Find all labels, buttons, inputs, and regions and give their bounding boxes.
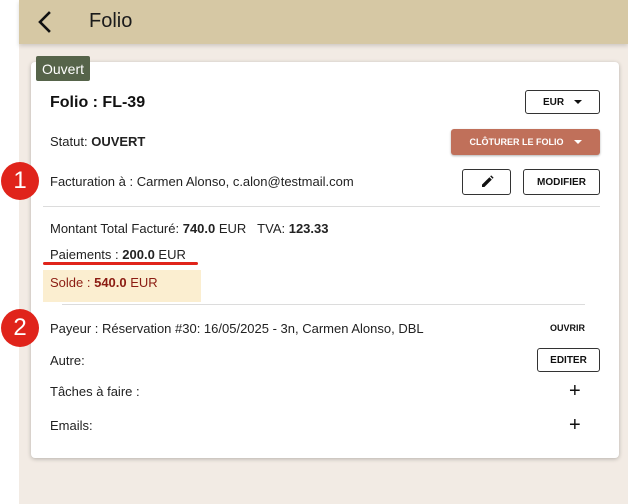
- payments-value: 200.0: [122, 247, 155, 262]
- caret-down-icon: [574, 100, 583, 104]
- balance-label: Solde :: [50, 275, 95, 290]
- vat-value: 123.33: [288, 221, 329, 236]
- status-chip: Ouvert: [36, 56, 91, 81]
- status-label: Statut:: [50, 134, 92, 149]
- total-currency: EUR: [215, 221, 247, 236]
- payments-label: Paiements :: [50, 247, 123, 262]
- vat-label: TVA:: [257, 221, 289, 236]
- annotation-badge-2: 2: [1, 309, 39, 347]
- open-reservation-button[interactable]: OUVRIR: [550, 323, 585, 333]
- modify-billing-label: MODIFIER: [537, 176, 586, 188]
- modify-billing-button[interactable]: MODIFIER: [523, 169, 600, 195]
- edit-billing-button[interactable]: [462, 169, 511, 195]
- total-label: Montant Total Facturé:: [50, 221, 183, 236]
- payments-underline: [43, 262, 198, 265]
- tasks-label: Tâches à faire :: [50, 384, 140, 399]
- folio-title: Folio : FL-39: [50, 94, 146, 111]
- close-folio-label: CLÔTURER LE FOLIO: [469, 137, 564, 147]
- caret-down-icon: [573, 140, 582, 144]
- balance-currency: EUR: [126, 275, 158, 290]
- payments-line: Paiements : 200.0 EUR: [50, 247, 186, 262]
- balance-value: 540.0: [94, 275, 127, 290]
- payer-value: Réservation #30: 16/05/2025 - 3n, Carmen…: [102, 321, 424, 336]
- divider: [43, 206, 600, 207]
- billing-value: Carmen Alonso, c.alon@testmail.com: [136, 174, 354, 189]
- divider: [62, 304, 585, 305]
- annotation-badge-1: 1: [1, 162, 39, 200]
- other-label: Autre:: [50, 353, 85, 368]
- total-value: 740.0: [182, 221, 216, 236]
- payer-line: Payeur : Réservation #30: 16/05/2025 - 3…: [50, 321, 424, 336]
- page-title: Folio: [89, 10, 133, 32]
- billing-label: Facturation à :: [50, 174, 137, 189]
- edit-other-label: EDITER: [550, 354, 587, 366]
- status-line: Statut: OUVERT: [50, 134, 145, 149]
- close-folio-button[interactable]: CLÔTURER LE FOLIO: [451, 129, 600, 155]
- add-task-plus-icon[interactable]: +: [569, 380, 581, 403]
- total-line: Montant Total Facturé: 740.0 EUR TVA: 12…: [50, 221, 328, 236]
- chevron-left-icon: [38, 11, 51, 33]
- status-value: OUVERT: [91, 134, 146, 149]
- pencil-icon: [481, 175, 494, 187]
- payments-currency: EUR: [154, 247, 186, 262]
- billing-line: Facturation à : Carmen Alonso, c.alon@te…: [50, 174, 354, 189]
- edit-other-button[interactable]: EDITER: [537, 348, 600, 372]
- currency-value: EUR: [542, 96, 565, 108]
- back-button[interactable]: [33, 8, 59, 36]
- add-email-plus-icon[interactable]: +: [569, 414, 581, 437]
- emails-label: Emails:: [50, 418, 93, 433]
- balance-line: Solde : 540.0 EUR: [50, 275, 158, 290]
- payer-label: Payeur :: [50, 321, 103, 336]
- top-app-bar: Folio: [19, 0, 628, 44]
- currency-dropdown[interactable]: EUR: [525, 90, 600, 114]
